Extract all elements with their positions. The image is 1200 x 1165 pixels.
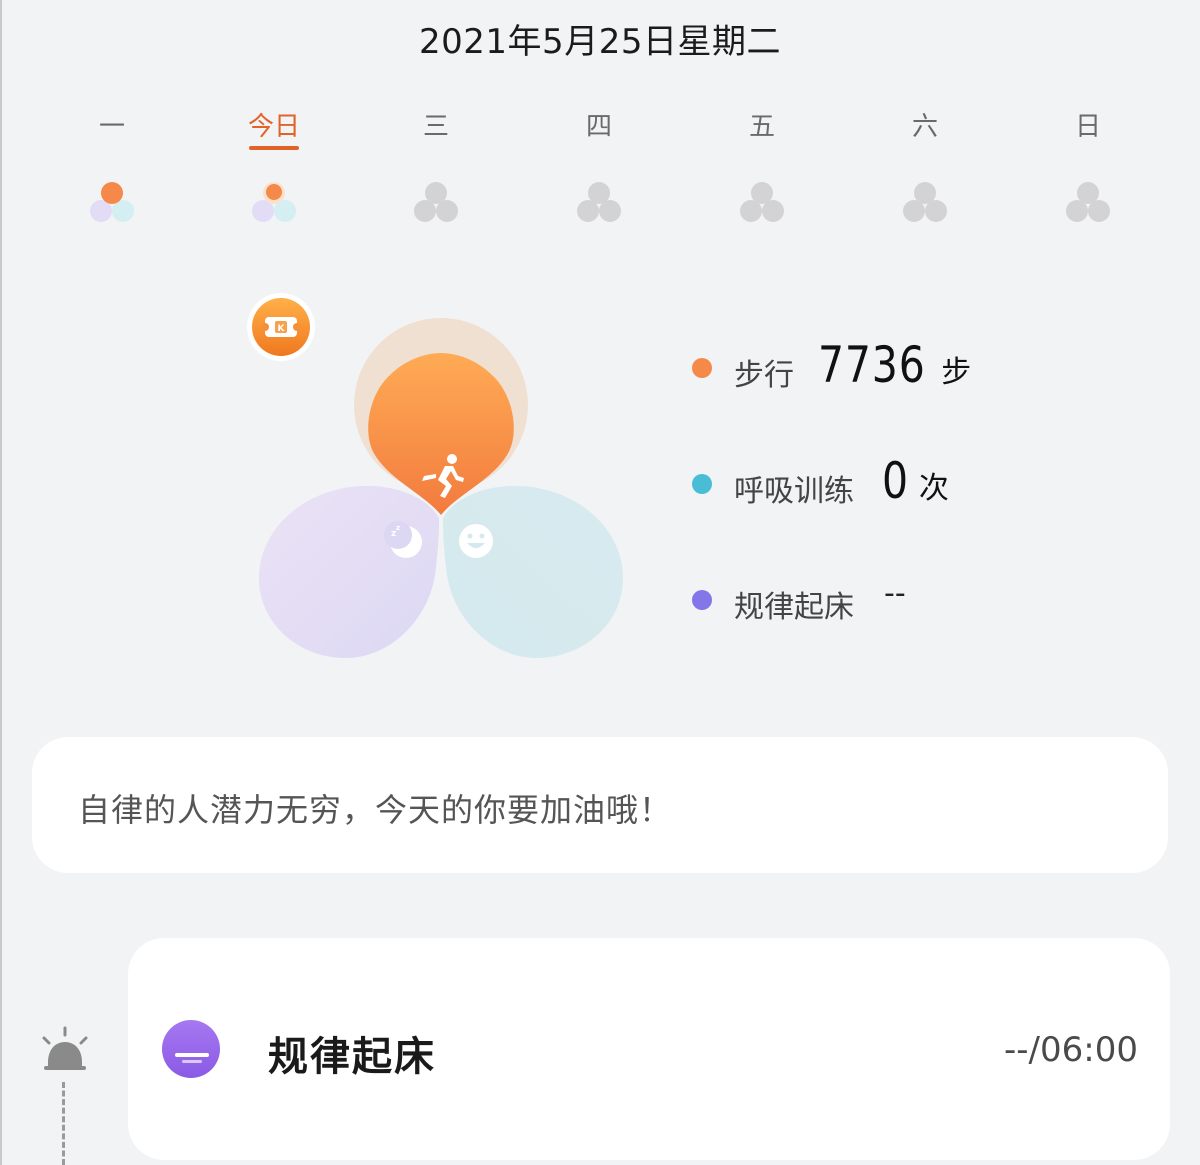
sleep-petal <box>258 485 439 658</box>
stat-value-group: -- <box>884 576 906 611</box>
day-label: 今日 <box>247 112 300 142</box>
day-saturday[interactable]: 六 <box>865 100 985 240</box>
day-label: 日 <box>1074 112 1101 142</box>
alarm-bell-icon <box>42 1026 88 1070</box>
stat-unit: 次 <box>918 471 949 506</box>
stat-label: 规律起床 <box>734 590 854 625</box>
smile-icon <box>459 524 493 558</box>
trefoil-empty-icon <box>903 182 947 222</box>
stat-unit: 步 <box>941 355 972 390</box>
day-label: 五 <box>748 112 775 142</box>
mood-petal <box>443 485 624 658</box>
day-label: 六 <box>911 112 938 142</box>
day-wednesday[interactable]: 三 <box>376 100 496 240</box>
svg-text:z: z <box>396 524 400 532</box>
day-label: 一 <box>98 112 125 142</box>
trefoil-empty-icon <box>414 182 458 222</box>
motivation-card: 自律的人潜力无穷，今天的你要加油哦！ <box>32 737 1168 873</box>
stat-value-group: 7736 步 <box>818 336 971 394</box>
trefoil-empty-icon <box>1066 182 1110 222</box>
breathing-dot-icon <box>692 474 712 494</box>
day-monday[interactable]: 一 <box>52 100 172 240</box>
task-card-wakeup[interactable]: 规律起床 --/06:00 <box>128 938 1170 1160</box>
day-friday[interactable]: 五 <box>702 100 822 240</box>
stat-value: -- <box>884 576 906 611</box>
walking-dot-icon <box>692 358 712 378</box>
day-sunday[interactable]: 日 <box>1028 100 1148 240</box>
trefoil-progress-icon <box>252 182 296 222</box>
trefoil-progress-icon <box>90 182 134 222</box>
selected-indicator <box>249 146 299 150</box>
stat-value-group: 0次 <box>882 452 949 510</box>
wakeup-dot-icon <box>692 590 712 610</box>
motivation-text: 自律的人潜力无穷，今天的你要加油哦！ <box>78 791 673 829</box>
stat-breathing[interactable]: 呼吸训练 0次 <box>690 446 1150 516</box>
task-title: 规律起床 <box>268 1034 436 1080</box>
stat-wakeup[interactable]: 规律起床 -- <box>690 562 1150 632</box>
day-today[interactable]: 今日 <box>214 100 334 240</box>
stat-value: 0 <box>882 452 909 510</box>
day-thursday[interactable]: 四 <box>539 100 659 240</box>
trefoil-empty-icon <box>740 182 784 222</box>
day-label: 三 <box>422 112 449 142</box>
activity-trefoil-chart[interactable]: z z <box>240 290 640 670</box>
stat-walking[interactable]: 步行 7736 步 <box>690 330 1150 400</box>
wake-up-icon <box>162 1020 220 1078</box>
date-title: 2021年5月25日星期二 <box>419 22 781 62</box>
stat-value: 7736 <box>818 336 926 394</box>
day-label: 四 <box>585 112 612 142</box>
week-selector: 一 今日 三 四 五 六 日 <box>0 100 1200 240</box>
stat-label: 呼吸训练 <box>734 474 854 509</box>
timeline-connector <box>62 1082 65 1165</box>
task-time: --/06:00 <box>1004 1030 1138 1070</box>
stat-label: 步行 <box>734 358 794 393</box>
trefoil-empty-icon <box>577 182 621 222</box>
